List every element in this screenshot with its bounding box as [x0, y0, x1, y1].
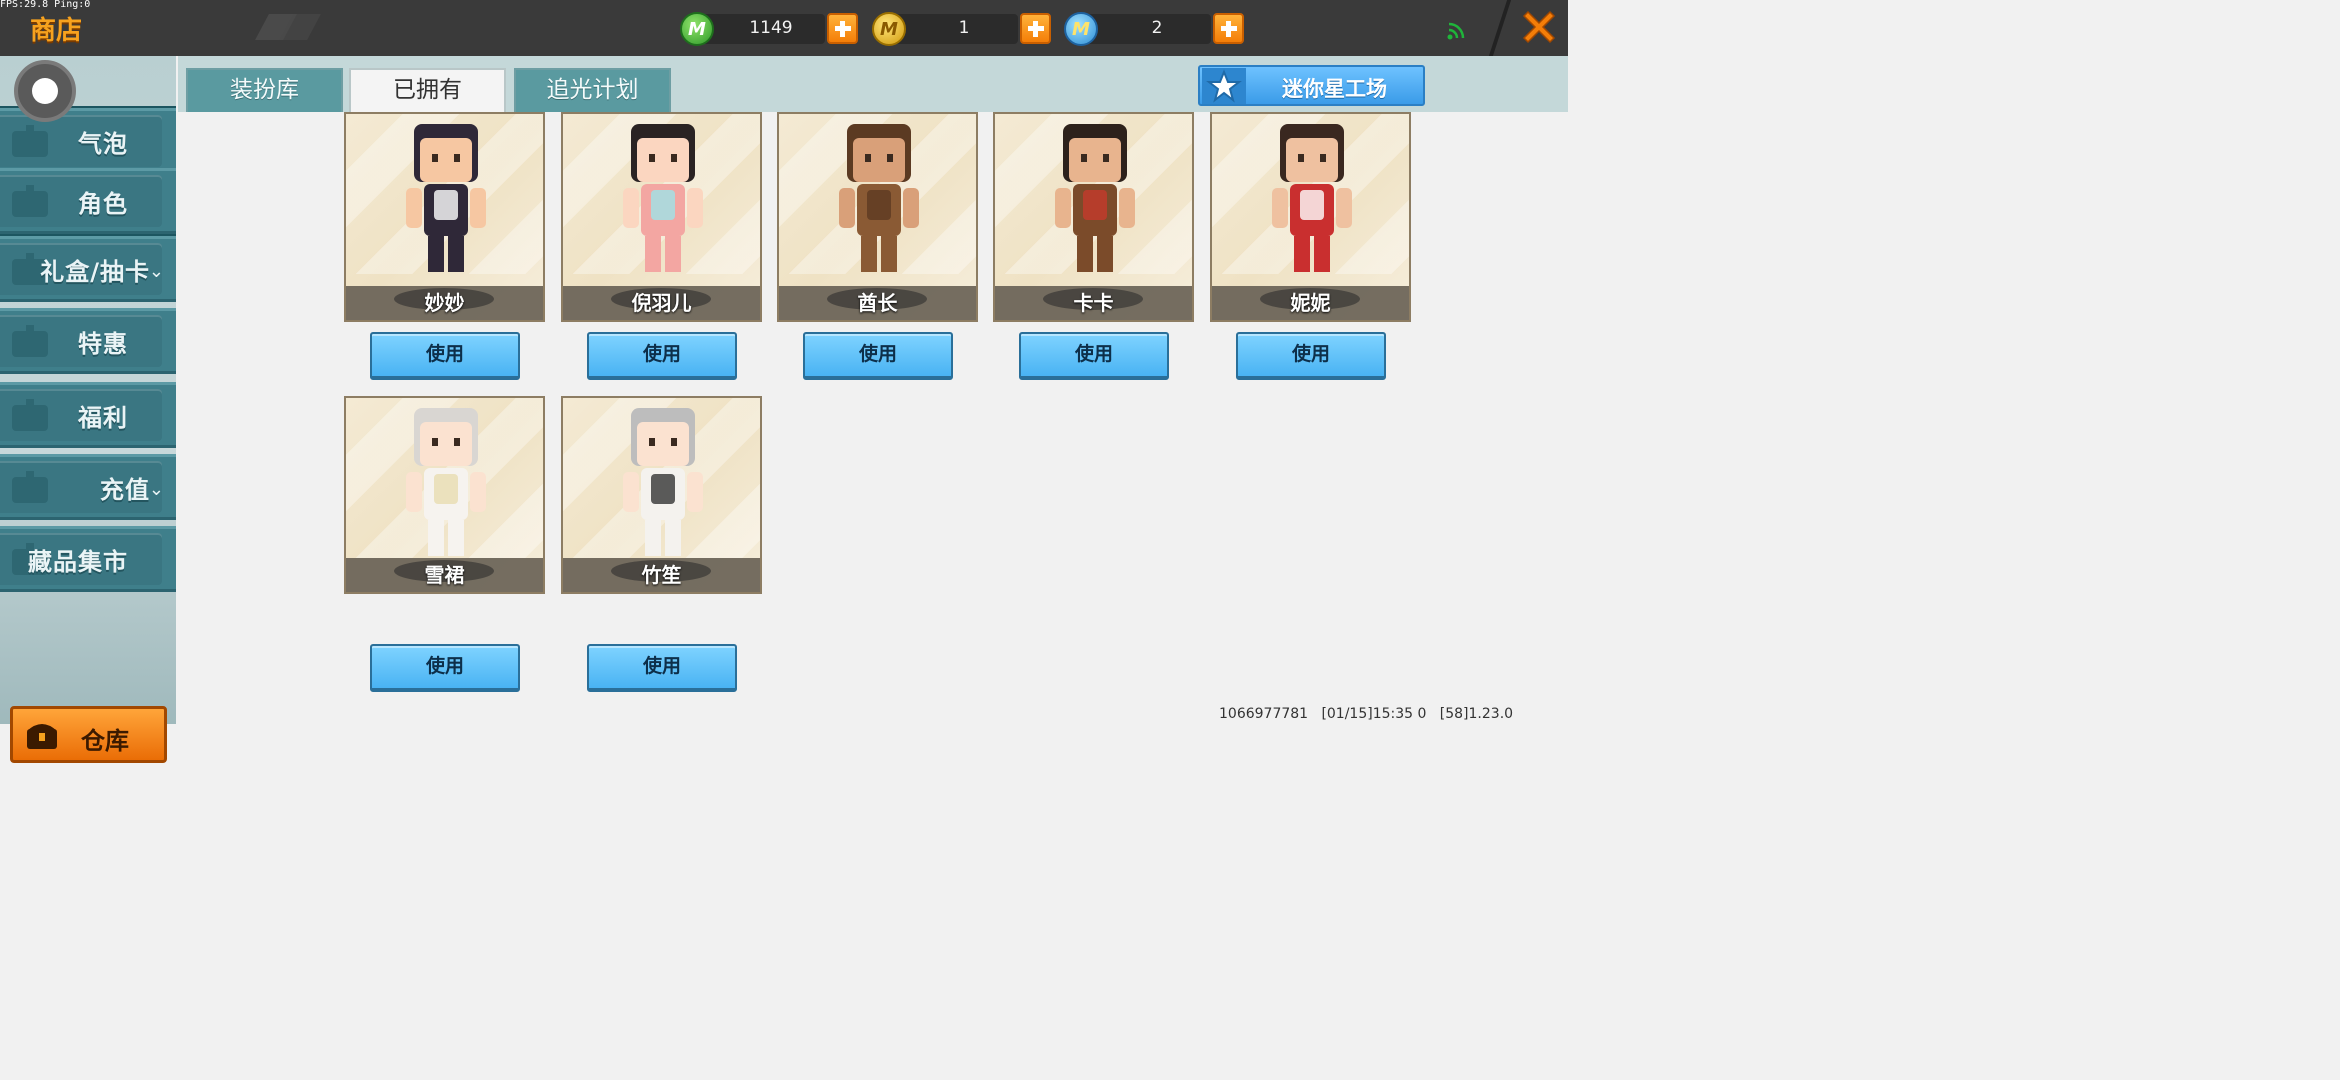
character-figure	[1055, 124, 1135, 272]
treasure-chest-icon	[27, 724, 57, 749]
use-button[interactable]: 使用	[1236, 332, 1386, 380]
sidebar-item-4[interactable]: 福利	[0, 382, 176, 448]
sidebar-item-label: 角色	[78, 190, 128, 218]
add-green-currency-button[interactable]	[827, 13, 858, 44]
sidebar-item-3[interactable]: 特惠	[0, 308, 176, 374]
gold-coin-icon: M	[872, 12, 906, 46]
skin-card[interactable]: 妙妙	[344, 112, 545, 322]
skin-card[interactable]: 妮妮	[1210, 112, 1411, 322]
skin-name: 竹笙	[641, 563, 682, 587]
skin-name: 酋长	[857, 291, 898, 315]
add-gold-currency-button[interactable]	[1020, 13, 1051, 44]
skin-name: 卡卡	[1073, 291, 1114, 315]
warehouse-label: 仓库	[81, 727, 129, 755]
green-gem-coin-icon: M	[680, 12, 714, 46]
character-figure	[623, 408, 703, 556]
sidebar: 气泡 角色 礼盒/抽卡 ⌄ 特惠 福利 充值 ⌄ 藏品集市 仓库	[0, 56, 176, 763]
sidebar-item-1[interactable]: 角色	[0, 168, 176, 234]
sidebar-item-label: 充值	[100, 476, 150, 504]
skin-name: 倪羽儿	[631, 291, 692, 315]
skin-name: 妮妮	[1290, 291, 1331, 315]
character-icon	[12, 185, 48, 217]
use-button[interactable]: 使用	[587, 644, 737, 692]
skin-card[interactable]: 竹笙	[561, 396, 762, 594]
sidebar-item-label: 气泡	[78, 130, 128, 158]
sidebar-item-6[interactable]: 藏品集市	[0, 526, 176, 592]
gift-box-icon	[12, 125, 48, 157]
skin-card[interactable]: 卡卡	[993, 112, 1194, 322]
use-button[interactable]: 使用	[1019, 332, 1169, 380]
server-time: [01/15]15:35 0	[1321, 706, 1427, 722]
character-figure	[623, 124, 703, 272]
warehouse-button[interactable]: 仓库	[10, 706, 167, 763]
page-title: 商店	[30, 16, 83, 46]
wifi-signal-icon	[1447, 22, 1465, 40]
add-blue-currency-button[interactable]	[1213, 13, 1244, 44]
sidebar-item-label: 福利	[78, 404, 128, 432]
use-button[interactable]: 使用	[370, 644, 520, 692]
blue-coin-icon: M	[1064, 12, 1098, 46]
tab-owned[interactable]: 已拥有	[349, 68, 506, 112]
top-bar: FPS:29.8 Ping:0 商店 M 1149 M 1 M 2	[0, 0, 1568, 56]
currency-value-gold: 1	[958, 18, 970, 38]
chevron-down-icon: ⌄	[148, 479, 164, 500]
star-icon	[1202, 68, 1246, 104]
skin-name: 妙妙	[424, 291, 465, 315]
gift-icon	[12, 399, 48, 431]
sidebar-item-2[interactable]: 礼盒/抽卡 ⌄	[0, 236, 176, 302]
character-figure	[839, 124, 919, 272]
mini-studio-button[interactable]: 迷你星工场	[1198, 65, 1425, 106]
floating-assistive-button[interactable]	[14, 60, 76, 122]
game-version: [58]1.23.0	[1439, 706, 1514, 722]
sidebar-item-0[interactable]: 气泡	[0, 108, 176, 174]
header-divider	[1488, 0, 1512, 56]
character-figure	[406, 124, 486, 272]
skin-name: 雪裙	[424, 563, 465, 587]
sidebar-item-5[interactable]: 充值 ⌄	[0, 454, 176, 520]
mini-studio-label: 迷你星工场	[1282, 77, 1387, 101]
character-figure	[1272, 124, 1352, 272]
use-button[interactable]: 使用	[803, 332, 953, 380]
sidebar-item-label: 礼盒/抽卡	[40, 258, 150, 286]
footer-info: 1066977781 [01/15]15:35 0 [58]1.23.0	[1219, 706, 1513, 722]
close-icon[interactable]	[1518, 6, 1560, 48]
chevron-down-icon: ⌄	[148, 261, 164, 282]
gift-box-icon	[12, 325, 48, 357]
currency-value-green: 1149	[749, 18, 793, 38]
tab-wardrobe[interactable]: 装扮库	[186, 68, 343, 112]
sidebar-item-label: 特惠	[78, 330, 128, 358]
sidebar-item-label: 藏品集市	[28, 548, 128, 576]
skin-card[interactable]: 雪裙	[344, 396, 545, 594]
use-button[interactable]: 使用	[587, 332, 737, 380]
use-button[interactable]: 使用	[370, 332, 520, 380]
tab-light-chase-plan[interactable]: 追光计划	[514, 68, 671, 112]
owned-skins-grid: 妙妙 使用 倪羽儿 使用 酋长 使用 卡卡 使用 妮妮 使用 雪裙 使用 竹笙 使用	[178, 112, 1568, 724]
skin-card[interactable]: 酋长	[777, 112, 978, 322]
skin-card[interactable]: 倪羽儿	[561, 112, 762, 322]
coins-icon	[12, 471, 48, 503]
currency-value-blue: 2	[1151, 18, 1163, 38]
character-figure	[406, 408, 486, 556]
user-id: 1066977781	[1219, 706, 1309, 722]
